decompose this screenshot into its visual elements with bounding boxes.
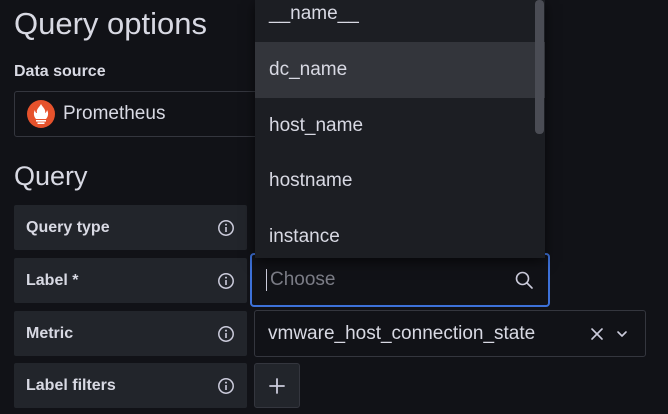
chevron-down-icon[interactable]	[615, 327, 629, 341]
label-select-placeholder: Choose	[270, 269, 336, 290]
search-icon	[515, 271, 533, 289]
data-source-label: Data source	[14, 63, 106, 80]
dropdown-option[interactable]: __name__	[255, 0, 545, 42]
metric-label: Metric	[26, 324, 74, 342]
query-options-panel: Query options Data source Prometheus Que…	[0, 0, 668, 414]
text-cursor	[266, 269, 267, 291]
plus-icon	[269, 377, 285, 394]
data-source-name: Prometheus	[63, 103, 166, 124]
add-label-filter-button[interactable]	[254, 363, 300, 408]
close-icon[interactable]	[589, 326, 605, 342]
query-type-label-cell: Query type	[14, 205, 247, 250]
prometheus-logo-icon	[27, 100, 55, 128]
dropdown-option[interactable]: instance	[255, 209, 545, 258]
info-icon[interactable]	[217, 377, 235, 395]
info-icon[interactable]	[217, 325, 235, 343]
label-select-input[interactable]: Choose	[250, 253, 550, 307]
dropdown-option-highlighted[interactable]: dc_name	[255, 42, 545, 98]
query-section-title: Query	[14, 161, 88, 191]
info-icon[interactable]	[217, 272, 235, 290]
metric-select[interactable]: vmware_host_connection_state	[254, 310, 646, 357]
data-source-picker[interactable]: Prometheus	[14, 91, 284, 137]
info-icon[interactable]	[217, 219, 235, 237]
label-filters-label: Label filters	[26, 376, 116, 394]
metric-label-cell: Metric	[14, 311, 247, 356]
dropdown-scrollbar-thumb[interactable]	[535, 0, 544, 134]
label-options-dropdown: __name__ dc_name host_name hostname inst…	[255, 0, 545, 258]
query-type-label: Query type	[26, 218, 110, 236]
label-filters-label-cell: Label filters	[14, 363, 247, 408]
dropdown-option[interactable]: hostname	[255, 153, 545, 209]
metric-value: vmware_host_connection_state	[268, 322, 536, 344]
label-field-label: Label *	[26, 271, 79, 289]
page-title: Query options	[14, 6, 207, 41]
label-label-cell: Label *	[14, 258, 247, 303]
dropdown-option[interactable]: host_name	[255, 98, 545, 154]
